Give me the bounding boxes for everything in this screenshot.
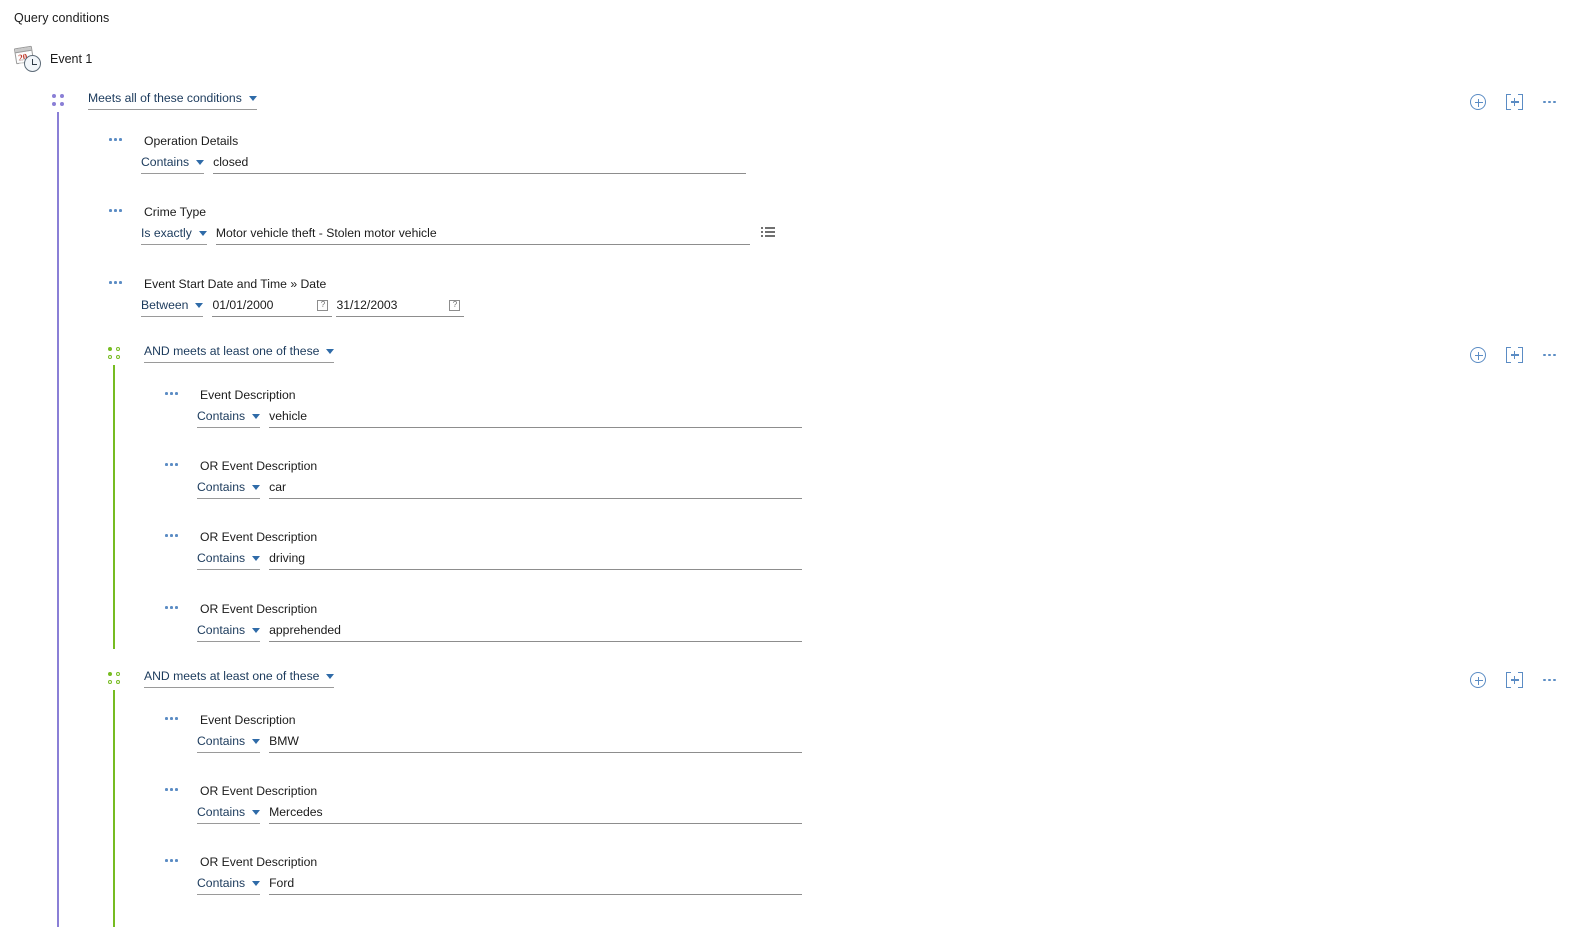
condition-field-label: OR Event Description [200, 530, 318, 544]
date-to-input[interactable]: 31/12/2003 [336, 298, 465, 317]
add-condition-icon[interactable] [1470, 672, 1486, 688]
condition-operator-label: Contains [197, 551, 246, 565]
group-combinator[interactable]: AND meets at least one of these [144, 669, 335, 688]
condition-operator[interactable]: Between [141, 298, 204, 317]
add-condition-icon[interactable] [1470, 94, 1486, 110]
condition-operator-label: Contains [197, 734, 246, 748]
group-actions [1470, 672, 1556, 688]
group-combinator-label: AND meets at least one of these [144, 344, 320, 358]
condition-field-label: OR Event Description [200, 855, 318, 869]
chevron-down-icon [252, 738, 261, 744]
condition-field-label: Event Description [200, 388, 296, 402]
condition-options-icon[interactable] [109, 281, 122, 284]
condition-operator-label: Contains [197, 876, 246, 890]
group-rail [113, 365, 115, 649]
condition-operator-label: Between [141, 298, 189, 312]
root-group-drag-handle[interactable] [52, 94, 66, 108]
chevron-down-icon [252, 555, 261, 561]
query-conditions-page: Query conditions 20 Event 1 Meets all of… [0, 0, 1588, 927]
condition-operator[interactable]: Contains [141, 155, 205, 174]
entity-header: 20 Event 1 [13, 45, 93, 73]
page-title: Query conditions [14, 11, 110, 25]
chevron-down-icon [252, 880, 261, 886]
chevron-down-icon [252, 413, 261, 419]
chevron-down-icon [326, 348, 335, 354]
condition-operator[interactable]: Contains [197, 551, 261, 570]
chevron-down-icon [252, 484, 261, 490]
condition-operator[interactable]: Contains [197, 480, 261, 499]
group-drag-handle[interactable] [108, 347, 122, 361]
list-picker-icon[interactable] [761, 227, 775, 238]
condition-options-icon[interactable] [165, 606, 178, 609]
condition-value-input[interactable]: Mercedes [269, 805, 803, 824]
condition-field-label: OR Event Description [200, 602, 318, 616]
date-from-input[interactable]: 01/01/2000 [212, 298, 333, 317]
add-group-icon[interactable] [1506, 347, 1523, 363]
chevron-down-icon [252, 809, 261, 815]
date-picker-icon[interactable] [317, 299, 329, 311]
condition-operator-label: Contains [141, 155, 190, 169]
condition-operator[interactable]: Contains [197, 623, 261, 642]
condition-options-icon[interactable] [109, 138, 122, 141]
condition-operator[interactable]: Is exactly [141, 226, 207, 245]
condition-operator-label: Contains [197, 623, 246, 637]
add-condition-icon[interactable] [1470, 347, 1486, 363]
condition-field-label: Operation Details [144, 134, 239, 148]
more-options-icon[interactable] [1543, 353, 1556, 357]
calendar-clock-icon: 20 [13, 45, 42, 73]
group-actions [1470, 347, 1556, 363]
root-group-combinator[interactable]: Meets all of these conditions [88, 91, 257, 110]
condition-field-label: OR Event Description [200, 784, 318, 798]
condition-operator-label: Contains [197, 480, 246, 494]
condition-operator-label: Is exactly [141, 226, 192, 240]
group-drag-handle[interactable] [108, 672, 122, 686]
root-group-combinator-label: Meets all of these conditions [88, 91, 242, 105]
condition-operator[interactable]: Contains [197, 409, 261, 428]
more-options-icon[interactable] [1543, 100, 1556, 104]
date-picker-icon[interactable] [449, 299, 461, 311]
condition-operator[interactable]: Contains [197, 805, 261, 824]
condition-options-icon[interactable] [109, 209, 122, 212]
condition-field-label: Event Description [200, 713, 296, 727]
condition-value-input[interactable]: BMW [269, 734, 803, 753]
condition-value-input[interactable]: Ford [269, 876, 803, 895]
condition-value-input[interactable]: car [269, 480, 803, 499]
condition-value-input[interactable]: Motor vehicle theft - Stolen motor vehic… [215, 226, 750, 245]
chevron-down-icon [195, 302, 204, 308]
condition-options-icon[interactable] [165, 392, 178, 395]
group-combinator-label: AND meets at least one of these [144, 669, 320, 683]
group-combinator[interactable]: AND meets at least one of these [144, 344, 335, 363]
condition-options-icon[interactable] [165, 717, 178, 720]
more-options-icon[interactable] [1543, 678, 1556, 682]
root-group-rail [57, 112, 59, 927]
condition-operator[interactable]: Contains [197, 734, 261, 753]
condition-operator-label: Contains [197, 409, 246, 423]
condition-value-input[interactable]: closed [213, 155, 747, 174]
condition-value-input[interactable]: vehicle [269, 409, 803, 428]
root-group-actions [1470, 94, 1556, 110]
group-rail [113, 690, 115, 927]
condition-operator[interactable]: Contains [197, 876, 261, 895]
entity-label: Event 1 [50, 52, 93, 66]
condition-field-label: Crime Type [144, 205, 207, 219]
add-group-icon[interactable] [1506, 672, 1523, 688]
condition-field-label: OR Event Description [200, 459, 318, 473]
chevron-down-icon [248, 95, 257, 101]
chevron-down-icon [198, 230, 207, 236]
condition-options-icon[interactable] [165, 463, 178, 466]
condition-operator-label: Contains [197, 805, 246, 819]
condition-options-icon[interactable] [165, 859, 178, 862]
chevron-down-icon [326, 673, 335, 679]
condition-options-icon[interactable] [165, 534, 178, 537]
condition-field-label: Event Start Date and Time » Date [144, 277, 327, 291]
condition-value-input[interactable]: driving [269, 551, 803, 570]
condition-value-input[interactable]: apprehended [269, 623, 803, 642]
chevron-down-icon [196, 159, 205, 165]
chevron-down-icon [252, 627, 261, 633]
condition-options-icon[interactable] [165, 788, 178, 791]
add-group-icon[interactable] [1506, 94, 1523, 110]
